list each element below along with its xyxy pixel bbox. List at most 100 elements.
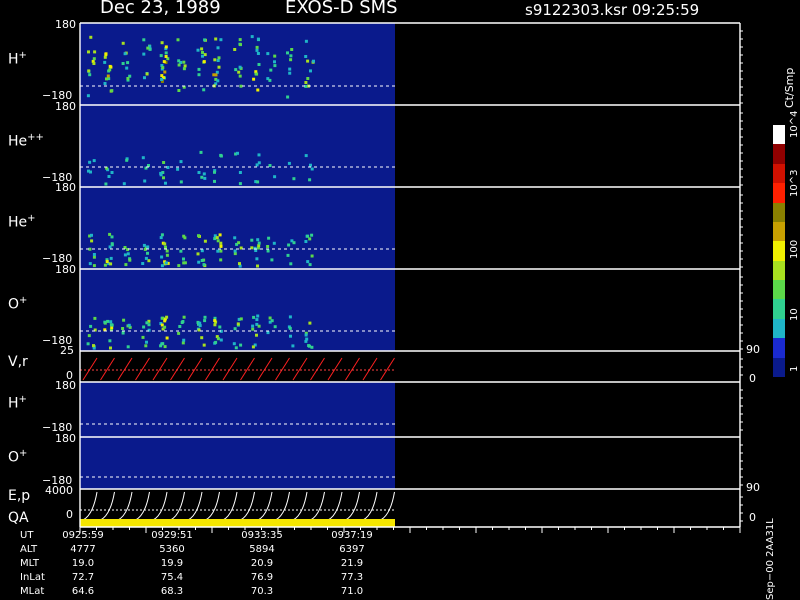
spectrogram-cell [270,258,274,262]
spectrogram-cell [197,73,201,77]
spectrogram-cell [109,320,113,324]
spectrogram-cell [87,334,91,338]
ephemeris-value: 20.9 [250,558,274,569]
spectrogram-cell [126,252,130,256]
spectrogram-cell [196,252,200,256]
ephemeris-value: 6397 [339,544,365,555]
spectrogram-cell [272,241,276,245]
spectrogram-cell [163,70,167,74]
ephemeris-value: 71.0 [340,586,364,597]
spectrogram-cell [203,315,207,319]
spectrogram-cell [251,327,255,331]
ep-curve [135,491,150,521]
spectrogram-cell [163,345,167,349]
spectrogram-cell [87,169,90,173]
ep-curve [117,491,133,521]
spectrogram-cell [256,264,259,268]
spectrogram-cell [125,66,129,70]
plot-area [79,22,743,533]
spectrogram-cell [203,53,207,57]
spectrogram-cell [160,233,164,237]
ytick-top: 180 [55,379,76,392]
spectrogram-cell [273,175,277,179]
ephemeris-value: 77.3 [340,572,364,583]
spectrogram-cell [214,340,218,344]
colorbar-swatch [773,221,785,242]
spectrogram-cell [199,150,203,154]
spectrogram-cell [267,236,271,240]
spectrogram-cell [93,316,97,320]
spectrogram-cell [213,179,216,183]
spectrogram-cell [232,342,236,346]
panel-label-he-pp: He++ [8,132,44,150]
spectrogram-cell [252,315,256,319]
spectrogram-cell [146,46,150,50]
spectrogram-cell [121,331,125,335]
spectrogram-cell [255,48,259,52]
spectrogram-cell [200,175,204,179]
spectrogram-cell [182,261,186,265]
colorbar-tick-1e3: 10^3 [789,169,800,197]
spectrogram-cell [237,70,241,74]
spectrogram-cell [123,52,127,56]
spectrogram-cell [177,59,181,63]
spectrogram-cell [103,82,107,85]
spectrogram-cell [103,263,107,267]
spectrogram-cell [256,180,260,184]
spectrogram-cell [144,344,148,348]
spectrogram-cell [257,324,261,328]
spectrogram-cell [161,66,165,70]
spectrogram-cell [255,45,259,49]
colorbar-swatch [773,202,785,222]
spectrogram-cell [105,260,109,264]
spectrogram-cell [126,61,130,65]
spectrogram-cell [107,175,111,178]
spectrogram-cell [304,39,308,43]
spectrogram-cell [144,256,148,260]
panel-label-he-plus: He+ [8,213,36,231]
vr-sawtooth [170,357,185,381]
spectrogram-cell [159,236,163,240]
spectrogram-cell [176,167,180,171]
spectrogram-cell [165,336,169,340]
spectrogram-cell [203,176,207,180]
spectrogram-cell [142,38,146,42]
spectrogram-cell [87,69,91,73]
spectrogram-cell [233,48,237,51]
spectrogram-cell [291,344,295,348]
spectrogram-cell [182,67,186,71]
spectrogram-cell [287,161,291,165]
panel-label-qa: QA [8,510,29,526]
spectrogram-cell [256,52,260,55]
spectrogram-cell [177,89,181,92]
spectrogram-cell [164,55,168,58]
spectrogram-cell [239,317,243,321]
spectrogram-cell [203,319,207,323]
ytick-top: 180 [55,181,76,194]
spectrogram-cell [121,327,125,330]
spectrogram-cell [255,163,259,167]
spectrogram-cell [90,233,93,237]
spectrogram-cell [256,314,260,318]
spectrogram-cell [110,171,114,174]
colorbar-swatch [773,318,785,339]
colorbar-unit: Ct/Smp [783,67,796,108]
spectrogram-cell [147,323,151,327]
ephemeris-label: MLat [20,586,45,597]
spectrogram-cell [121,41,125,45]
spectrogram-cell [198,321,202,325]
vr-sawtooth [187,357,203,381]
colorbar-swatch [773,338,785,358]
spectrogram-cell [146,245,150,249]
version-stamp: Sep−00 2AA31L [765,518,776,600]
spectrogram-cell [239,43,242,47]
spectrogram-cell [121,62,125,65]
right-tick-top: 90 [746,343,760,356]
spectrogram-cell [268,316,272,320]
colorbar-swatch [773,125,785,145]
spectrogram-cell [92,159,96,163]
spectrogram-cell [177,63,181,67]
spectrogram-cell [87,50,90,54]
vr-sawtooth [380,357,395,381]
spectrogram-cell [219,244,223,248]
